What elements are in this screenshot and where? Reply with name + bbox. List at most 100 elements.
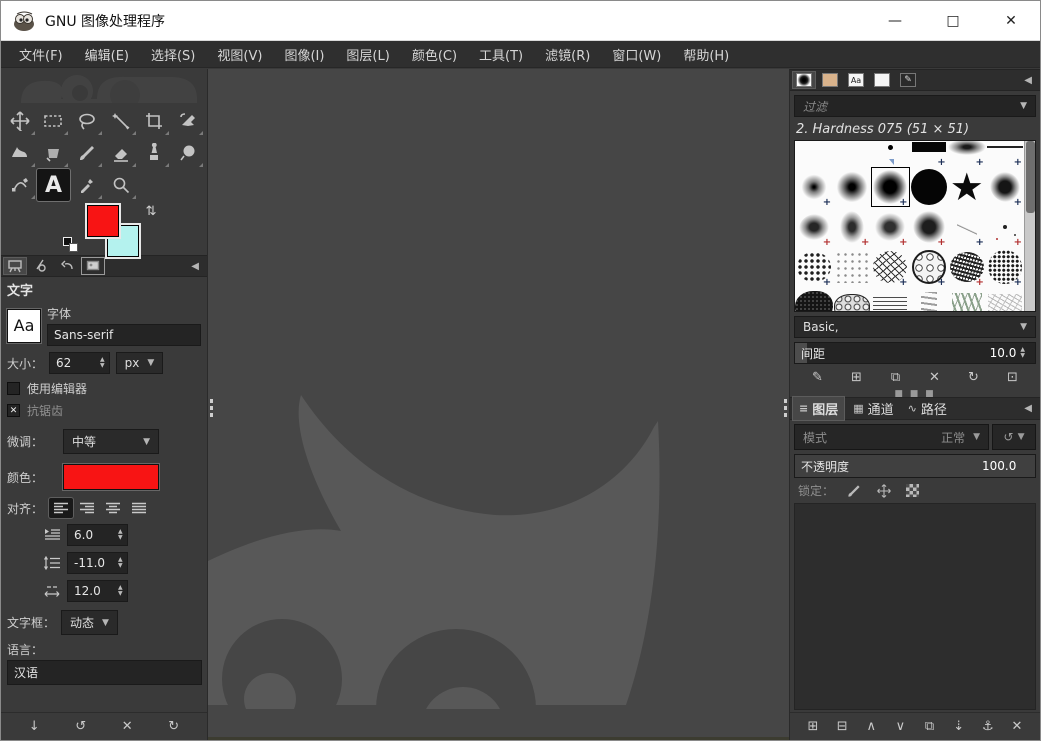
default-colors-icon[interactable] bbox=[63, 237, 79, 253]
brush-acrylic-4[interactable]: + bbox=[910, 207, 948, 248]
brush-pepper[interactable]: + bbox=[986, 247, 1024, 288]
brush-texture-dense[interactable]: + bbox=[948, 247, 986, 288]
swap-colors-icon[interactable]: ⇄ bbox=[143, 205, 158, 216]
tab-images[interactable] bbox=[81, 257, 105, 275]
brush-hardness-075[interactable]: + bbox=[871, 167, 909, 208]
merge-down-button[interactable]: ⇣ bbox=[946, 719, 972, 734]
restore-preset-button[interactable]: ↺ bbox=[68, 719, 94, 734]
delete-layer-button[interactable]: ✕ bbox=[1004, 719, 1030, 734]
brush-hardness-100[interactable] bbox=[910, 167, 948, 207]
menu-select[interactable]: 选择(S) bbox=[141, 41, 205, 68]
delete-brush-button[interactable]: ✕ bbox=[922, 370, 948, 385]
tab-channels[interactable]: ▦ 通道 bbox=[847, 397, 899, 420]
open-brush-as-image-button[interactable]: ⊡ bbox=[1000, 370, 1026, 385]
indent-value[interactable]: 6.0 bbox=[68, 525, 114, 545]
tab-undo-history[interactable] bbox=[55, 257, 79, 275]
move-tool[interactable] bbox=[3, 105, 37, 137]
mode-switch-button[interactable]: ↺ ▼ bbox=[992, 424, 1036, 450]
align-right-button[interactable] bbox=[75, 498, 99, 518]
menu-view[interactable]: 视图(V) bbox=[207, 41, 272, 68]
dock-resize-handle-left[interactable] bbox=[209, 399, 214, 421]
reset-options-button[interactable]: ↻ bbox=[161, 719, 187, 734]
maximize-button[interactable]: □ bbox=[924, 1, 982, 40]
paintbrush-tool[interactable] bbox=[70, 137, 104, 169]
use-editor-checkbox[interactable] bbox=[7, 382, 20, 395]
duplicate-brush-button[interactable]: ⧉ bbox=[883, 370, 909, 385]
tab-layers[interactable]: ≡ 图层 bbox=[792, 396, 846, 421]
new-layer-group-button[interactable]: ⊟ bbox=[829, 719, 855, 734]
spacing-value[interactable]: 10.0 bbox=[990, 346, 1017, 360]
menu-image[interactable]: 图像(I) bbox=[274, 41, 334, 68]
brush-soft-ellipse[interactable]: + bbox=[947, 141, 986, 168]
tab-tool-presets[interactable]: ✎ bbox=[896, 71, 920, 89]
lock-alpha-icon[interactable] bbox=[906, 484, 920, 497]
brush-blank-1[interactable] bbox=[795, 141, 833, 167]
tab-fonts[interactable]: Aa bbox=[844, 71, 868, 89]
brush-dot-tiny[interactable] bbox=[871, 141, 909, 167]
brush-honeycomb[interactable]: + bbox=[910, 247, 948, 288]
tab-document-history[interactable] bbox=[870, 71, 894, 89]
menu-help[interactable]: 帮助(H) bbox=[673, 41, 739, 68]
anchor-layer-button[interactable]: ⚓ bbox=[975, 719, 1001, 734]
size-spinner[interactable]: ▲ ▼ bbox=[96, 357, 109, 369]
raise-layer-button[interactable]: ∧ bbox=[858, 719, 884, 734]
delete-preset-button[interactable]: ✕ bbox=[114, 719, 140, 734]
free-select-tool[interactable] bbox=[70, 105, 104, 137]
brush-blank-2[interactable] bbox=[833, 141, 871, 167]
scrollbar-thumb[interactable] bbox=[1026, 141, 1035, 213]
layers-tab-menu[interactable]: ◀ bbox=[1018, 403, 1038, 414]
line-spacing-value[interactable]: -11.0 bbox=[68, 553, 114, 573]
align-center-button[interactable] bbox=[101, 498, 125, 518]
menu-edit[interactable]: 编辑(E) bbox=[75, 41, 139, 68]
new-brush-button[interactable]: ⊞ bbox=[844, 370, 870, 385]
brush-spatter-dots[interactable]: + bbox=[795, 247, 833, 288]
antialias-checkbox[interactable]: ✕ bbox=[7, 404, 20, 417]
align-justify-button[interactable] bbox=[127, 498, 151, 518]
new-layer-button[interactable]: ⊞ bbox=[800, 719, 826, 734]
tab-brushes[interactable] bbox=[792, 71, 816, 89]
lower-layer-button[interactable]: ∨ bbox=[887, 719, 913, 734]
brush-specks[interactable]: + bbox=[986, 207, 1024, 248]
layer-mode-select[interactable]: 模式 正常 ▼ bbox=[794, 424, 989, 450]
align-left-button[interactable] bbox=[49, 498, 74, 518]
spacing-spinner[interactable]: ▲ ▼ bbox=[1016, 347, 1029, 359]
brush-scrollbar[interactable] bbox=[1024, 141, 1035, 311]
unified-transform-tool[interactable] bbox=[171, 105, 205, 137]
tool-options-tab-menu[interactable]: ◀ bbox=[185, 261, 205, 272]
lock-pixels-icon[interactable] bbox=[846, 483, 862, 499]
gradient-tool[interactable] bbox=[37, 137, 71, 169]
menu-filters[interactable]: 滤镜(R) bbox=[535, 41, 600, 68]
menu-windows[interactable]: 窗口(W) bbox=[602, 41, 671, 68]
indent-spinbox[interactable]: 6.0 ▲ ▼ bbox=[67, 524, 128, 546]
brush-acrylic-2[interactable]: + bbox=[833, 207, 871, 248]
line-spacing-spinbox[interactable]: -11.0 ▲ ▼ bbox=[67, 552, 128, 574]
size-spinbox[interactable]: 62 ▲ ▼ bbox=[49, 352, 110, 374]
paths-tool[interactable] bbox=[3, 169, 37, 201]
menu-layer[interactable]: 图层(L) bbox=[336, 41, 399, 68]
tab-paths[interactable]: ∿ 路径 bbox=[902, 397, 953, 420]
menu-colors[interactable]: 颜色(C) bbox=[402, 41, 467, 68]
brush-star[interactable]: ★ bbox=[948, 167, 986, 207]
brush-strokes[interactable]: + bbox=[910, 287, 948, 311]
clone-tool[interactable] bbox=[138, 137, 172, 169]
foreground-color-swatch[interactable] bbox=[87, 205, 119, 237]
brush-pine-needles[interactable]: + bbox=[948, 287, 986, 311]
letter-spacing-spinbox[interactable]: 12.0 ▲ ▼ bbox=[67, 580, 128, 602]
tab-device-status[interactable] bbox=[29, 257, 53, 275]
duplicate-layer-button[interactable]: ⧉ bbox=[917, 719, 943, 734]
canvas-area[interactable] bbox=[208, 69, 789, 740]
close-button[interactable]: ✕ bbox=[982, 1, 1040, 40]
brush-pebbles[interactable]: + bbox=[833, 287, 871, 311]
brush-group-combo[interactable]: Basic, ▼ bbox=[794, 316, 1036, 338]
brush-sketch-animal[interactable]: + bbox=[986, 287, 1024, 311]
brush-chalk[interactable]: + bbox=[986, 167, 1024, 208]
brush-filter-combo[interactable]: 过滤 ▼ bbox=[794, 95, 1036, 117]
crop-tool[interactable] bbox=[138, 105, 172, 137]
refresh-brushes-button[interactable]: ↻ bbox=[961, 370, 987, 385]
dock-resize-handle-right[interactable] bbox=[783, 399, 788, 421]
bucket-fill-tool[interactable] bbox=[3, 137, 37, 169]
fuzzy-select-tool[interactable] bbox=[104, 105, 138, 137]
brush-hardness-050[interactable] bbox=[833, 167, 871, 207]
eraser-tool[interactable] bbox=[104, 137, 138, 169]
font-preview-button[interactable]: Aa bbox=[7, 308, 41, 343]
